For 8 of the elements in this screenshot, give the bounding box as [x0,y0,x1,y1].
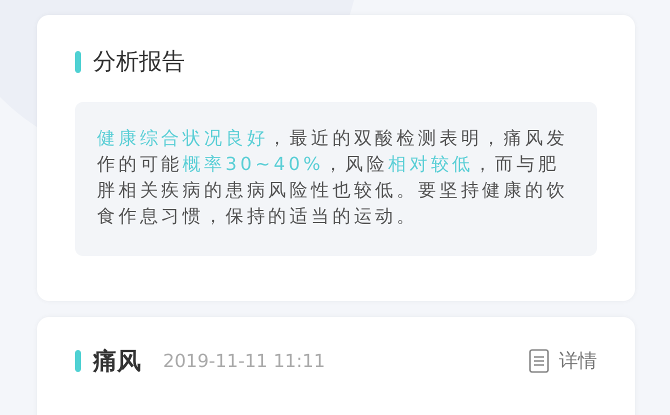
section-title: 分析报告 [93,48,185,77]
document-icon [529,349,549,373]
record-time: 2019-11-11 11:11 [163,350,326,374]
title-marker [75,350,81,372]
record-title: 痛风 [93,346,141,377]
title-marker [75,51,81,74]
summary-text: 健康综合状况良好，最近的双酸检测表明，痛风发作的可能 概率30~40%，风险 相对较低，而与肥胖相关疾病的患病风险性也较低。要坚持健康的饮食作息习惯，保持的适当的运动。 [97,126,569,228]
details-button[interactable]: 详情 [529,346,597,376]
